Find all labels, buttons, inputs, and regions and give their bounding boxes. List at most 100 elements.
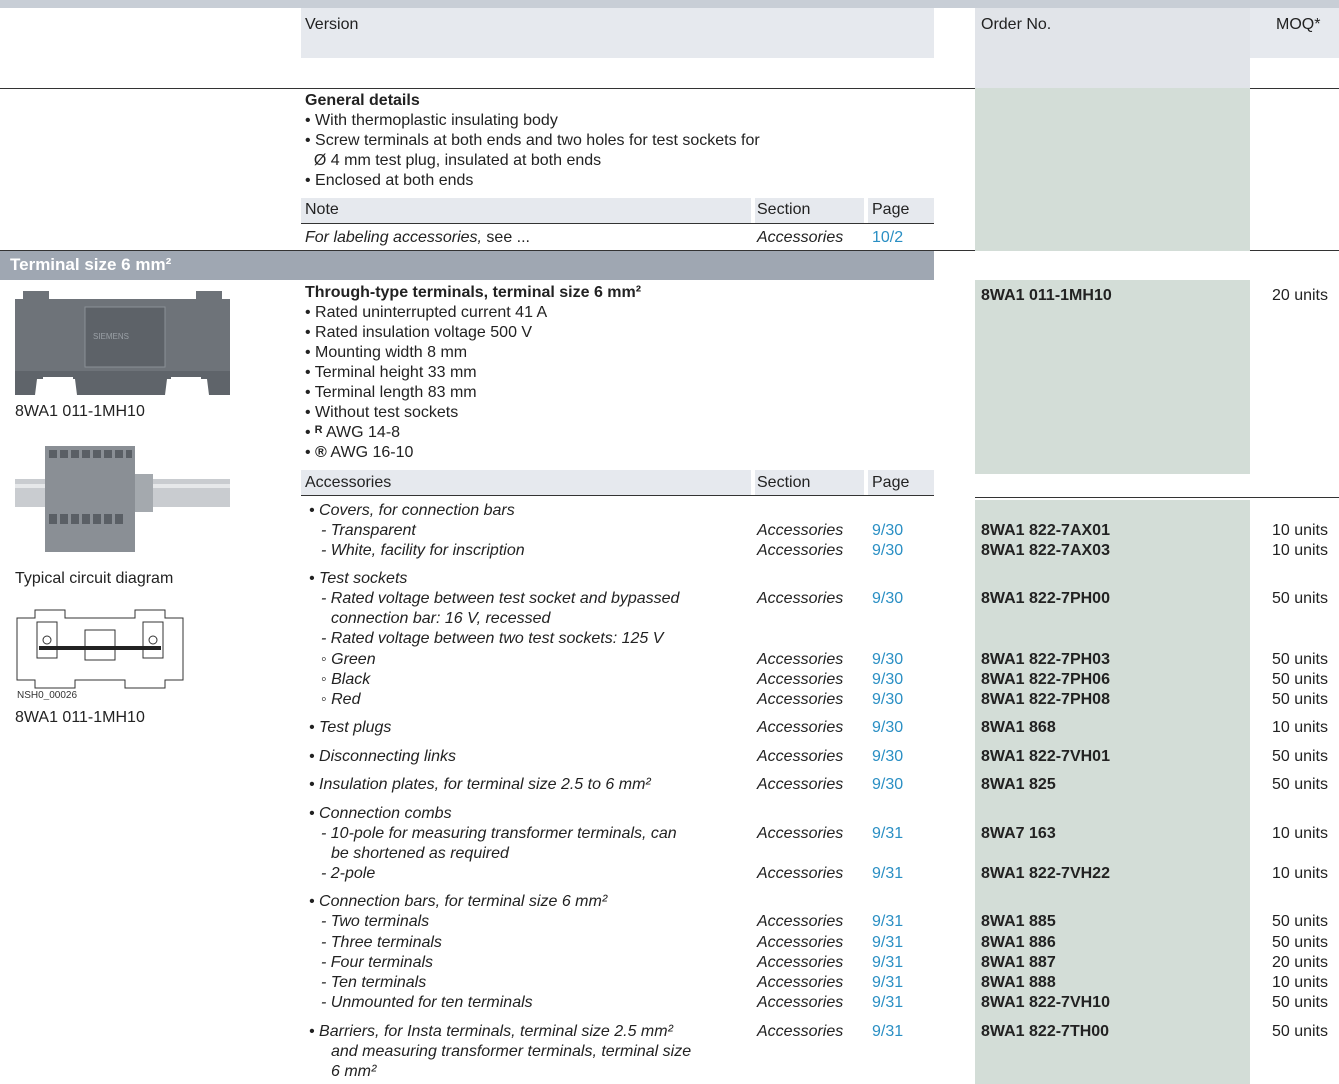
accessory-order-no: 8WA1 822-7PH03 (981, 651, 1110, 668)
accessory-description: ◦ Green (321, 651, 376, 668)
rule-under-header-moq (1250, 88, 1339, 89)
accessory-description: - Three terminals (321, 934, 442, 951)
accessory-page-link[interactable]: 9/30 (872, 775, 903, 795)
accessory-page-link[interactable]: 9/30 (872, 747, 903, 767)
accessory-page-link[interactable]: 9/31 (872, 912, 903, 932)
product-title: Through-type terminals, terminal size 6 … (305, 284, 642, 301)
accessory-moq: 50 units (1271, 651, 1328, 668)
accessory-page-link[interactable]: 9/30 (872, 670, 903, 690)
accessory-description: • Test plugs (309, 719, 392, 736)
accessory-description: • Disconnecting links (309, 748, 456, 765)
accessory-section: Accessories (757, 542, 844, 559)
accessory-page-link[interactable]: 9/31 (872, 993, 903, 1013)
accessory-page-link[interactable]: 9/31 (872, 1022, 903, 1042)
accessory-order-no: 8WA1 888 (981, 974, 1056, 991)
accessory-section: Accessories (757, 719, 844, 736)
image-caption-3: 8WA1 011-1MH10 (15, 709, 145, 726)
accessory-moq: 10 units (1271, 974, 1328, 991)
accessory-moq: 50 units (1271, 776, 1328, 793)
note-row-text: For labeling accessories, see ... (305, 228, 530, 248)
general-item: • With thermoplastic insulating body (305, 112, 558, 129)
accessory-description: • Test sockets (309, 570, 408, 587)
accessory-section: Accessories (757, 776, 844, 793)
accessory-moq: 50 units (1271, 590, 1328, 607)
accessory-moq: 50 units (1271, 1023, 1328, 1040)
accessory-section: Accessories (757, 1023, 844, 1040)
accessory-order-no: 8WA1 822-7PH06 (981, 671, 1110, 688)
rule-under-header (0, 88, 975, 89)
general-title: General details (305, 92, 420, 109)
accessory-moq: 10 units (1271, 865, 1328, 882)
accessory-section: Accessories (757, 590, 844, 607)
csa-item: • ® AWG 16-10 (305, 444, 414, 461)
accessory-page-link[interactable]: 9/31 (872, 973, 903, 993)
accessory-page-link[interactable]: 9/30 (872, 589, 903, 609)
note-page-link[interactable]: 10/2 (872, 228, 903, 248)
accessory-page-link[interactable]: 9/30 (872, 690, 903, 710)
accessory-section: Accessories (757, 954, 844, 971)
note-prefix: For labeling accessories, (305, 229, 482, 246)
accessory-moq: 50 units (1271, 748, 1328, 765)
accessory-page-link[interactable]: 9/30 (872, 541, 903, 561)
acc-section-col-header: Section (757, 474, 811, 491)
order-column-green-1 (975, 88, 1250, 251)
general-item: Ø 4 mm test plug, insulated at both ends (305, 152, 602, 169)
product-item: • Terminal height 33 mm (305, 364, 477, 381)
accessory-order-no: 8WA7 163 (981, 825, 1056, 842)
accessory-section: Accessories (757, 974, 844, 991)
accessory-description: - Four terminals (321, 954, 434, 971)
accessory-section: Accessories (757, 671, 844, 688)
page-col-header: Page (872, 201, 910, 218)
terminal-photo: SIEMENS (15, 291, 230, 395)
accessory-page-link[interactable]: 9/31 (872, 864, 903, 884)
csa-mark-icon: ® (315, 444, 327, 461)
accessory-description: ◦ Black (321, 671, 371, 688)
accessory-moq: 50 units (1271, 691, 1328, 708)
accessory-order-no: 8WA1 886 (981, 934, 1056, 951)
accessory-description: - 2-pole (321, 865, 376, 882)
accessory-section: Accessories (757, 651, 844, 668)
accessory-page-link[interactable]: 9/30 (872, 521, 903, 541)
order-no-column-header: Order No. (981, 16, 1052, 33)
accessory-section: Accessories (757, 691, 844, 708)
image-caption-1: 8WA1 011-1MH10 (15, 403, 145, 420)
col-gap-1 (751, 198, 755, 1084)
accessory-page-link[interactable]: 9/31 (872, 933, 903, 953)
accessory-section: Accessories (757, 994, 844, 1011)
circuit-diagram: NSH0_00026 (16, 609, 184, 700)
image-caption-2: Typical circuit diagram (15, 570, 174, 587)
accessory-description: - Two terminals (321, 913, 430, 930)
accessory-description: - 10-pole for measuring transformer term… (321, 825, 677, 842)
rule-acc-order (975, 497, 1339, 498)
accessory-moq: 50 units (1271, 934, 1328, 951)
accessory-order-no: 8WA1 825 (981, 776, 1056, 793)
accessory-page-link[interactable]: 9/31 (872, 953, 903, 973)
accessory-order-no: 8WA1 822-7TH00 (981, 1023, 1110, 1040)
product-item: • Rated uninterrupted current 41 A (305, 304, 548, 321)
accessory-page-link[interactable]: 9/31 (872, 824, 903, 844)
accessory-page-link[interactable]: 9/30 (872, 650, 903, 670)
accessory-order-no: 8WA1 822-7PH08 (981, 691, 1110, 708)
rule-section-moq (1250, 250, 1339, 251)
accessory-order-no: 8WA1 868 (981, 719, 1056, 736)
accessory-description: - Unmounted for ten terminals (321, 994, 533, 1011)
product-moq: 20 units (1271, 287, 1328, 304)
product-item: • Terminal length 83 mm (305, 384, 477, 401)
moq-column-header: MOQ* (1276, 16, 1321, 33)
general-item: • Enclosed at both ends (305, 172, 474, 189)
accessory-description: connection bar: 16 V, recessed (331, 610, 551, 627)
accessory-moq: 50 units (1271, 994, 1328, 1011)
accessory-moq: 50 units (1271, 913, 1328, 930)
version-column-header: Version (305, 16, 359, 33)
acc-page-col-header: Page (872, 474, 910, 491)
accessory-moq: 10 units (1271, 542, 1328, 559)
terminal-block-photo (15, 446, 230, 552)
product-item: • Rated insulation voltage 500 V (305, 324, 533, 341)
general-item: • Screw terminals at both ends and two h… (305, 132, 760, 149)
accessory-moq: 20 units (1271, 954, 1328, 971)
product-item: • Without test sockets (305, 404, 459, 421)
accessory-description: • Connection bars, for terminal size 6 m… (309, 893, 608, 910)
note-subheader-bg (301, 198, 934, 223)
accessory-page-link[interactable]: 9/30 (872, 718, 903, 738)
order-column-green-2 (975, 280, 1250, 474)
